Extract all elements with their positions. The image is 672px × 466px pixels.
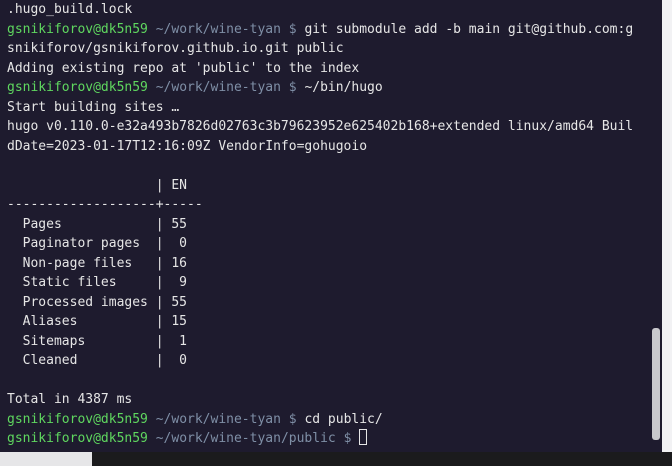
prompt-user-host: gsnikiforov@dk5n59 [7,80,148,95]
prompt-path: ~/work/wine-tyan [155,80,281,95]
output-line: Static files | 9 [7,275,188,290]
output-line: Start building sites … [7,99,180,115]
output-line: Pages | 55 [7,216,188,232]
prompt-line: gsnikiforov@dk5n59 ~/work/wine-tyan $ gi… [7,20,662,40]
prompt-line: gsnikiforov@dk5n59 ~/work/wine-tyan $ cd… [7,410,662,430]
prompt-line: gsnikiforov@dk5n59 ~/work/wine-tyan $ ~/… [7,78,662,98]
prompt-user-host: gsnikiforov@dk5n59 [7,431,148,446]
output-line: Adding existing repo at 'public' to the … [7,60,360,76]
output-line: Non-page files | 16 [7,255,188,271]
prompt-path: ~/work/wine-tyan/public [155,431,336,446]
output-line: -------------------+----- [7,197,203,212]
text-cursor[interactable] [359,429,368,445]
output-line: hugo v0.110.0-e32a493b7826d02763c3b79623… [7,119,634,134]
prompt-symbol: $ [288,21,297,37]
output-line: Aliases | 15 [7,314,188,329]
output-line: Sitemaps | 1 [7,333,188,349]
output-line: Paginator pages | 0 [7,236,188,251]
terminal-window[interactable]: .hugo_build.lock gsnikiforov@dk5n59 ~/wor… [0,0,662,452]
taskbar-strip [92,452,672,466]
output-line: dDate=2023-01-17T12:16:09Z VendorInfo=go… [7,138,368,154]
output-line: snikiforov/gsnikiforov.github.io.git pub… [7,41,344,56]
command-text: ~/bin/hugo [304,80,383,95]
prompt-path: ~/work/wine-tyan [155,411,281,427]
prompt-path: ~/work/wine-tyan [155,21,281,37]
prompt-symbol: $ [343,431,352,446]
prompt-user-host: gsnikiforov@dk5n59 [7,21,148,37]
scrollbar-thumb[interactable] [652,328,660,440]
output-line: Cleaned | 0 [7,353,188,368]
output-line: .hugo_build.lock [7,2,133,17]
prompt-symbol: $ [288,80,297,95]
prompt-symbol: $ [288,411,297,427]
prompt-user-host: gsnikiforov@dk5n59 [7,411,148,427]
output-line: Total in 4387 ms [7,392,133,407]
command-text: git submodule add -b main git@github.com… [304,21,634,37]
desktop-background [662,0,672,466]
prompt-line: gsnikiforov@dk5n59 ~/work/wine-tyan/publ… [7,429,662,449]
output-line: Processed images | 55 [7,294,188,310]
output-line: | EN [7,177,188,193]
command-text: cd public/ [304,411,383,427]
